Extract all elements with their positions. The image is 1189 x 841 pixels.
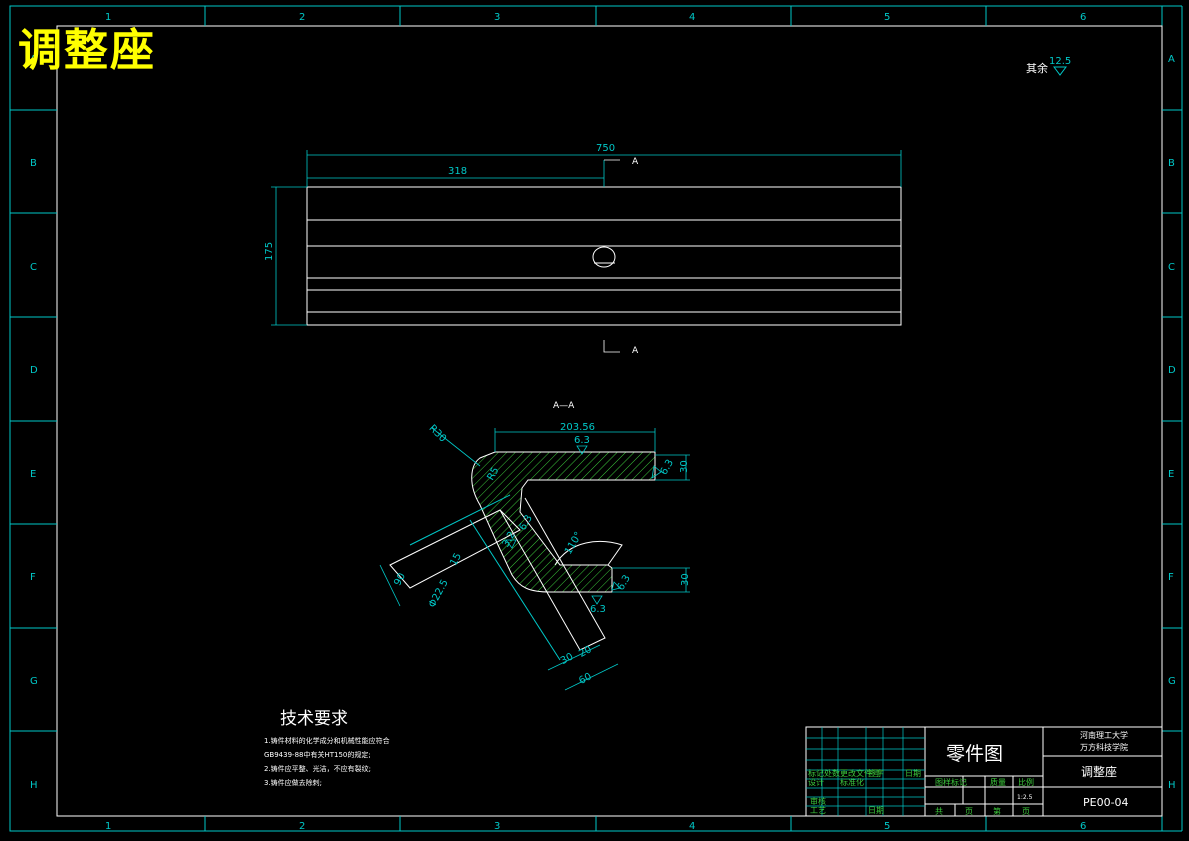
dim-90: 90 — [392, 571, 408, 587]
row-label: D — [30, 365, 38, 376]
tb-label: 页 — [965, 807, 973, 816]
school-line2: 万方科技学院 — [1080, 742, 1128, 752]
row-label: C — [1168, 262, 1175, 273]
tb-label: 比例 — [1018, 777, 1034, 787]
col-label: 1 — [105, 821, 111, 832]
drawing-title: 调整座 — [18, 25, 156, 76]
tech-heading: 技术要求 — [280, 709, 348, 729]
dim-low-30: 30 — [680, 573, 691, 586]
tb-label: 标记 — [808, 768, 824, 778]
tb-label: 页 — [1022, 807, 1030, 816]
dim-top-30: 30 — [679, 460, 690, 473]
row-label: F — [1168, 572, 1174, 583]
surface-note: 其余 12.5 — [1026, 56, 1071, 76]
tb-label: 图样标记 — [935, 777, 967, 787]
dim-750: 750 — [596, 143, 615, 154]
tb-label: 第 — [993, 806, 1001, 816]
tb-label: 审核 — [810, 796, 826, 806]
center-hole — [592, 246, 616, 268]
section-mark-top: A — [632, 157, 639, 167]
row-label: H — [1168, 780, 1176, 791]
tech-item: 3.铸件应做去除刺; — [264, 779, 323, 787]
row-label: B — [30, 158, 37, 169]
sheet-frame — [9, 5, 1183, 832]
surface-note-value: 12.5 — [1049, 56, 1071, 67]
tb-label: 签字 — [868, 768, 884, 778]
scale-value: 1:2.5 — [1017, 794, 1033, 801]
tb-label: 标准化 — [840, 777, 864, 787]
row-label: H — [30, 780, 38, 791]
col-label: 4 — [689, 821, 695, 832]
col-label: 4 — [689, 12, 695, 23]
dim-60: 60 — [577, 671, 593, 687]
tech-item: 2.铸件应平整、光洁，不应有裂纹; — [264, 765, 372, 773]
row-label: F — [30, 572, 36, 583]
tb-label: 日期 — [905, 769, 921, 778]
col-label: 3 — [494, 12, 500, 23]
drawing-number: PE00-04 — [1083, 796, 1129, 809]
col-label: 2 — [299, 12, 305, 23]
tb-label: 工艺 — [810, 806, 826, 815]
surface-note-label: 其余 — [1026, 61, 1048, 75]
top-view-dims — [271, 150, 902, 353]
section-view — [389, 451, 656, 661]
dim-175: 175 — [264, 242, 275, 261]
rough-mid: 6.3 — [615, 573, 632, 592]
row-label: A — [1168, 54, 1175, 65]
tech-item: 1.铸件材料的化学成分和机械性能应符合 — [264, 737, 390, 745]
grid-labels: 1 2 3 4 5 6 1 2 3 4 5 6 A B C D E F G H … — [30, 12, 1176, 832]
row-label: E — [30, 469, 36, 480]
drawing-name: 零件图 — [946, 743, 1003, 765]
col-label: 2 — [299, 821, 305, 832]
row-label: E — [1168, 469, 1174, 480]
tb-label: 共 — [935, 807, 943, 816]
tb-label: 日期 — [868, 806, 884, 815]
row-label: C — [30, 262, 37, 273]
school-line1: 河南理工大学 — [1080, 730, 1128, 740]
rough-right: 6.3 — [659, 458, 676, 477]
col-label: 3 — [494, 821, 500, 832]
row-label: G — [1168, 676, 1176, 687]
dim-203: 203.56 — [560, 422, 595, 433]
roughness-symbol — [1053, 66, 1067, 76]
row-label: D — [1168, 365, 1176, 376]
dim-318: 318 — [448, 166, 467, 177]
col-label: 6 — [1080, 12, 1086, 23]
part-name: 调整座 — [1081, 764, 1117, 779]
row-label: B — [1168, 158, 1175, 169]
dim-30b: 30 — [559, 651, 575, 667]
rough-low: 6.3 — [590, 604, 606, 615]
dim-15: 15 — [448, 551, 464, 567]
col-label: 6 — [1080, 821, 1086, 832]
drawing-sheet: 1 2 3 4 5 6 1 2 3 4 5 6 A B C D E F G H … — [9, 5, 1183, 832]
dim-angle: 110° — [563, 530, 585, 556]
tb-label: 质量 — [990, 777, 1006, 787]
tech-item: GB9439-88中有关HT150的规定; — [264, 751, 371, 759]
rough-top: 6.3 — [574, 435, 590, 446]
tb-label: 设计 — [808, 777, 824, 787]
dim-r30: R30 — [426, 423, 448, 445]
section-label: A—A — [553, 401, 575, 411]
col-label: 5 — [884, 12, 890, 23]
tb-label: 处数 — [824, 768, 840, 778]
dim-20: 20 — [577, 644, 593, 660]
top-view — [306, 186, 902, 326]
section-mark-bottom: A — [632, 346, 639, 356]
row-label: G — [30, 676, 38, 687]
dim-hole: Φ22.5 — [427, 578, 451, 610]
col-label: 5 — [884, 821, 890, 832]
tech-requirements: 技术要求 1.铸件材料的化学成分和机械性能应符合 GB9439-88中有关HT1… — [264, 709, 390, 790]
